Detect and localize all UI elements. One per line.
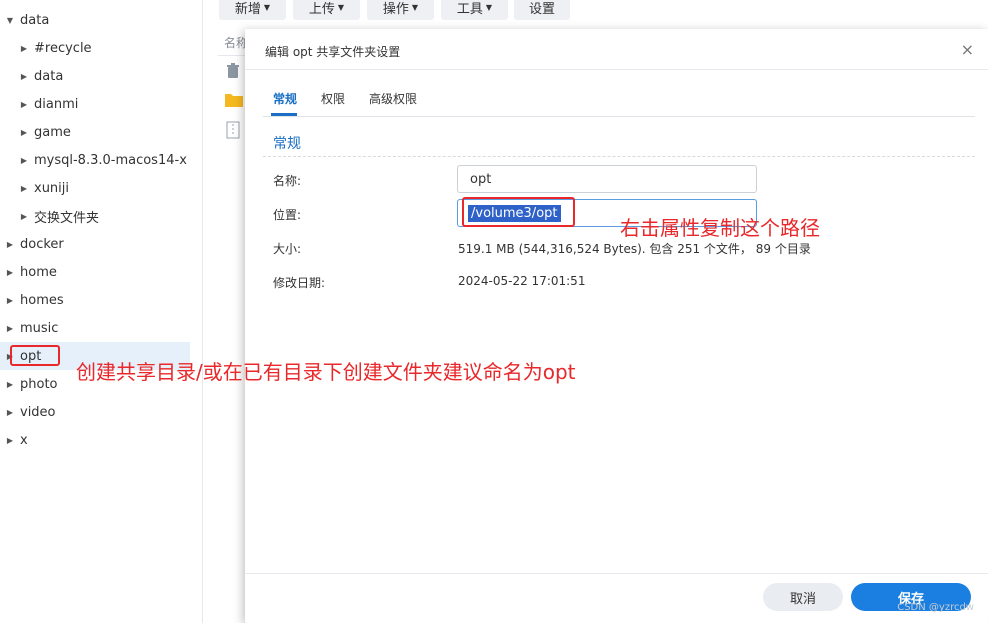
folder-icon[interactable] [225, 92, 243, 107]
cancel-button[interactable]: 取消 [763, 583, 843, 611]
toolbar: 新增 ▼ 上传 ▼ 操作 ▼ 工具 ▼ 设置 [203, 0, 988, 24]
tree-item-label: 交换文件夹 [34, 210, 100, 226]
action-button[interactable]: 操作 ▼ [367, 0, 434, 20]
tree-item-label: #recycle [34, 40, 92, 56]
tree-item-label: video [20, 404, 56, 420]
caret-right-icon[interactable]: ▶ [18, 156, 30, 165]
file-icon[interactable] [225, 121, 241, 139]
caret-right-icon[interactable]: ▶ [4, 436, 16, 445]
annotation-box-path [462, 197, 575, 227]
tree-item-label: x [20, 432, 28, 448]
tree-item-label: mysql-8.3.0-macos14-x [34, 152, 187, 168]
tree-item-label: data [20, 12, 50, 28]
caret-right-icon[interactable]: ▶ [18, 100, 30, 109]
tree-item[interactable]: ▶ data [0, 62, 190, 90]
dialog-title: 编辑 opt 共享文件夹设置 [265, 45, 401, 59]
caret-right-icon[interactable]: ▶ [4, 380, 16, 389]
tree-item[interactable]: ▶ music [0, 314, 190, 342]
tab-permissions[interactable]: 权限 [321, 90, 345, 107]
size-value: 519.1 MB (544,316,524 Bytes). 包含 251 个文件… [458, 242, 811, 256]
tree-item-label: homes [20, 292, 64, 308]
tools-button-label: 工具 [456, 1, 483, 17]
active-tab-indicator [271, 113, 297, 116]
section-title: 常规 [273, 136, 301, 152]
close-icon[interactable]: × [961, 40, 974, 59]
settings-button[interactable]: 设置 [514, 0, 570, 20]
tree-item[interactable]: ▶ 交换文件夹 [0, 202, 190, 230]
tree-item-label: dianmi [34, 96, 79, 112]
tree-item[interactable]: ▶ docker [0, 230, 190, 258]
chevron-down-icon: ▼ [485, 2, 493, 12]
caret-right-icon[interactable]: ▶ [4, 324, 16, 333]
tools-button[interactable]: 工具 ▼ [441, 0, 508, 20]
tree-item-label: photo [20, 376, 58, 392]
tree-item-label: music [20, 320, 59, 336]
chevron-down-icon: ▼ [263, 2, 271, 12]
annotation-box-opt [10, 345, 60, 366]
divider [218, 55, 248, 56]
chevron-down-icon: ▼ [337, 2, 345, 12]
watermark: CSDN @yzrcdw [897, 602, 974, 613]
divider [245, 69, 988, 70]
name-label: 名称: [273, 174, 302, 188]
caret-right-icon[interactable]: ▶ [4, 408, 16, 417]
caret-right-icon[interactable]: ▶ [18, 184, 30, 193]
caret-right-icon[interactable]: ▶ [18, 44, 30, 53]
tree-item[interactable]: ▶ #recycle [0, 34, 190, 62]
tree-item[interactable]: ▶ game [0, 118, 190, 146]
modified-date-value: 2024-05-22 17:01:51 [458, 274, 586, 288]
caret-right-icon[interactable]: ▶ [4, 296, 16, 305]
action-button-label: 操作 [382, 1, 409, 17]
caret-right-icon[interactable]: ▶ [4, 240, 16, 249]
tab-advanced-permissions[interactable]: 高级权限 [369, 90, 417, 107]
caret-down-icon[interactable]: ▼ [4, 16, 16, 25]
annotation-create-dir: 创建共享目录/或在已有目录下创建文件夹建议命名为opt [76, 360, 576, 384]
recycle-bin-icon[interactable] [225, 63, 241, 78]
caret-right-icon[interactable]: ▶ [18, 72, 30, 81]
tree-item[interactable]: ▶ homes [0, 286, 190, 314]
tab-divider [263, 116, 975, 117]
shared-folder-settings-dialog: 编辑 opt 共享文件夹设置 × 常规 权限 高级权限 常规 名称: 位置: /… [245, 29, 988, 623]
folder-tree: ▼ data ▶ #recycle ▶ data ▶ dianmi ▶ game ▶ mysql-8.… [0, 0, 203, 623]
upload-button-label: 上传 [308, 1, 335, 17]
tree-item[interactable]: ▶ home [0, 258, 190, 286]
tree-item[interactable]: ▶ dianmi [0, 90, 190, 118]
section-divider [263, 156, 975, 157]
tree-item-label: xuniji [34, 180, 70, 196]
annotation-copy-path: 右击属性复制这个路径 [620, 216, 820, 240]
tree-item-label: docker [20, 236, 64, 252]
tab-general[interactable]: 常规 [273, 90, 297, 107]
footer-divider [245, 573, 988, 574]
chevron-down-icon: ▼ [411, 2, 419, 12]
tree-item[interactable]: ▶ x [0, 426, 190, 454]
name-input[interactable] [457, 165, 757, 193]
settings-button-label: 设置 [528, 1, 555, 17]
tree-item-label: data [34, 68, 64, 84]
location-label: 位置: [273, 208, 302, 222]
modified-date-label: 修改日期: [273, 276, 326, 290]
tree-item[interactable]: ▶ xuniji [0, 174, 190, 202]
caret-right-icon[interactable]: ▶ [4, 268, 16, 277]
tree-item[interactable]: ▼ data [0, 6, 190, 34]
tree-item-label: home [20, 264, 57, 280]
caret-right-icon[interactable]: ▶ [18, 128, 30, 137]
caret-right-icon[interactable]: ▶ [18, 212, 30, 221]
upload-button[interactable]: 上传 ▼ [293, 0, 360, 20]
new-button-label: 新增 [234, 1, 261, 17]
size-label: 大小: [273, 242, 302, 256]
tree-item-label: game [34, 124, 71, 140]
new-button[interactable]: 新增 ▼ [219, 0, 286, 20]
tree-item[interactable]: ▶ mysql-8.3.0-macos14-x [0, 146, 190, 174]
tree-item[interactable]: ▶ video [0, 398, 190, 426]
